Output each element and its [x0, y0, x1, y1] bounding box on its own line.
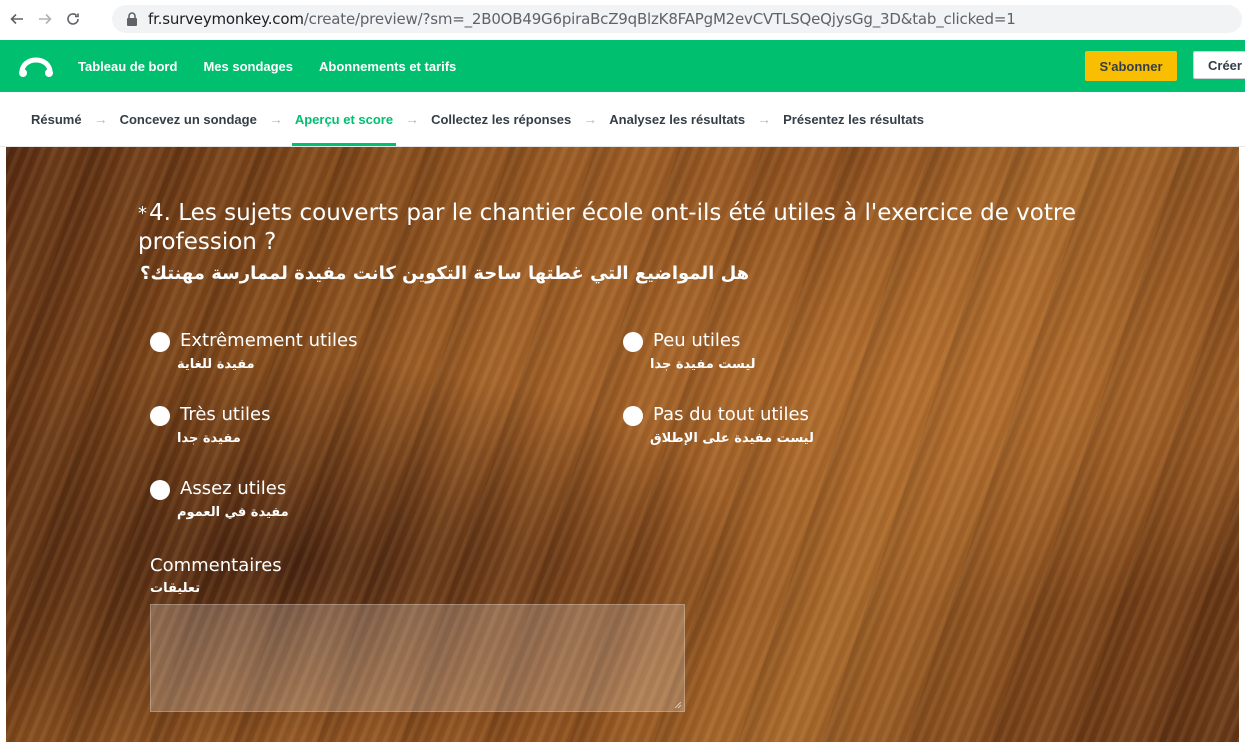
- option-label-arabic: ليست مفيدة على الإطلاق: [650, 431, 814, 446]
- url-path: /create/preview/?sm=_2B0OB49G6piraBcZ9qB…: [303, 10, 1016, 28]
- option-label: Pas du tout utiles: [653, 404, 809, 425]
- step-collect-responses[interactable]: Collectez les réponses: [431, 92, 571, 146]
- step-design-survey[interactable]: Concevez un sondage: [120, 92, 257, 146]
- nav-my-surveys[interactable]: Mes sondages: [203, 59, 293, 74]
- step-present-results[interactable]: Présentez les résultats: [783, 92, 924, 146]
- comment-label-arabic: تعليقات: [150, 581, 201, 596]
- step-navigation: Résumé → Concevez un sondage → Aperçu et…: [0, 92, 1245, 147]
- nav-dashboard[interactable]: Tableau de bord: [78, 59, 177, 74]
- back-arrow-icon[interactable]: [6, 8, 28, 30]
- step-analyze-results[interactable]: Analysez les résultats: [609, 92, 745, 146]
- url-domain: fr.surveymonkey.com: [148, 10, 304, 28]
- step-arrow-icon: →: [93, 111, 108, 127]
- radio-button[interactable]: [150, 406, 170, 426]
- option-label-arabic: مفيدة جدا: [177, 431, 241, 446]
- question-title-arabic: هل المواضيع التي غطتها ساحة التكوين كانت…: [140, 263, 750, 284]
- address-bar[interactable]: fr.surveymonkey.com/create/preview/?sm=_…: [112, 5, 1242, 33]
- radio-button[interactable]: [623, 406, 643, 426]
- forward-arrow-icon[interactable]: [34, 8, 56, 30]
- surveymonkey-logo-icon[interactable]: [18, 53, 54, 79]
- reload-icon[interactable]: [62, 8, 84, 30]
- resize-handle-icon[interactable]: [674, 701, 682, 709]
- option-label: Très utiles: [180, 404, 271, 425]
- create-button[interactable]: Créer: [1193, 51, 1245, 79]
- radio-button[interactable]: [623, 332, 643, 352]
- step-preview-score[interactable]: Aperçu et score: [291, 92, 397, 146]
- browser-toolbar: fr.surveymonkey.com/create/preview/?sm=_…: [0, 0, 1245, 38]
- option-label-arabic: مفيدة في العموم: [177, 505, 289, 520]
- step-summary[interactable]: Résumé: [31, 92, 82, 146]
- radio-button[interactable]: [150, 480, 170, 500]
- step-arrow-icon: →: [405, 111, 420, 127]
- nav-plans-pricing[interactable]: Abonnements et tarifs: [319, 59, 456, 74]
- survey-preview: *4. Les sujets couverts par le chantier …: [6, 147, 1239, 742]
- url-text: fr.surveymonkey.com/create/preview/?sm=_…: [148, 10, 1016, 28]
- step-arrow-icon: →: [268, 111, 283, 127]
- top-navigation: Tableau de bord Mes sondages Abonnements…: [0, 40, 1245, 92]
- step-arrow-icon: →: [583, 111, 598, 127]
- subscribe-button[interactable]: S'abonner: [1085, 51, 1177, 81]
- question-title: *4. Les sujets couverts par le chantier …: [138, 199, 1098, 257]
- lock-icon: [127, 12, 137, 26]
- option-label: Extrêmement utiles: [180, 330, 358, 351]
- option-label: Assez utiles: [180, 478, 287, 499]
- radio-button[interactable]: [150, 332, 170, 352]
- comment-textarea[interactable]: [150, 604, 685, 712]
- step-arrow-icon: →: [757, 111, 772, 127]
- option-label: Peu utiles: [653, 330, 741, 351]
- option-label-arabic: ليست مفيدة جدا: [650, 357, 756, 372]
- required-star: *: [138, 203, 147, 224]
- question-title-text: 4. Les sujets couverts par le chantier é…: [138, 200, 1076, 255]
- comment-label: Commentaires: [150, 555, 282, 576]
- option-label-arabic: مفيدة للغاية: [177, 357, 255, 372]
